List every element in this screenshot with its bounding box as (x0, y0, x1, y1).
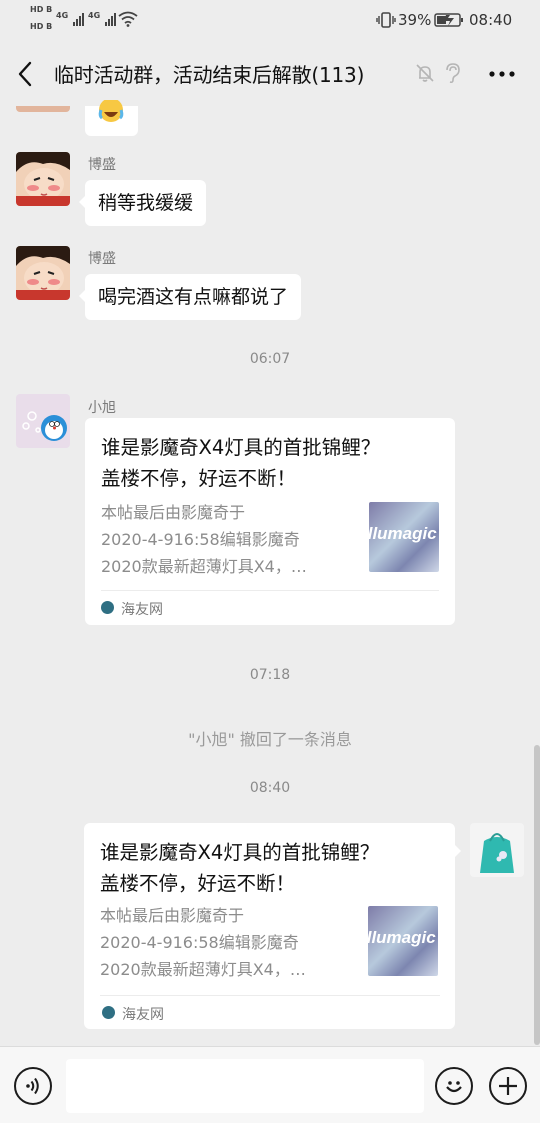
avatar-bosheng[interactable] (16, 246, 70, 300)
avatar-xiaoxu[interactable] (16, 394, 70, 448)
card-source: 海友网 (121, 602, 163, 618)
card-title-line1: 谁是影魔奇X4灯具的首批锦鲤？ (100, 841, 380, 864)
signal-2: 4G (88, 11, 117, 30)
bubble-tail (455, 845, 461, 857)
card-desc-line1: 本帖最后由影魔奇于 (101, 503, 246, 522)
card-source: 海友网 (122, 1007, 164, 1023)
sim2-label: HD (30, 22, 44, 31)
message-input[interactable] (66, 1059, 424, 1113)
cartoon-avatar-icon (16, 246, 70, 300)
message-bubble[interactable]: 喝完酒这有点嘛都说了 (78, 274, 302, 320)
card-desc-line3: 2020款最新超薄灯具X4，… (100, 960, 306, 979)
card-thumbnail: illumagic (369, 502, 439, 572)
card-divider (100, 995, 440, 996)
network1-label: 4G (56, 11, 69, 20)
voice-button[interactable] (14, 1067, 52, 1105)
card-thumbnail: illumagic (368, 906, 438, 976)
voice-icon (26, 1077, 39, 1095)
signal-bars-2-icon (105, 11, 117, 30)
timestamp: 06:07 (249, 351, 291, 367)
ear-icon (446, 63, 460, 84)
message-text: 稍等我缓缓 (98, 192, 194, 214)
sender-name: 博盛 (88, 251, 116, 267)
timestamp: 08:40 (249, 780, 291, 796)
sender-name: 小旭 (88, 400, 116, 416)
battery-icon (434, 13, 463, 27)
recall-notice: "小旭" 撤回了一条消息 (188, 730, 352, 749)
more-dots-icon[interactable] (488, 70, 516, 78)
network2-label: 4G (88, 11, 101, 20)
plus-icon (499, 1077, 517, 1095)
message-bubble[interactable]: 稍等我缓缓 (78, 180, 207, 226)
source-logo-icon (102, 1006, 115, 1019)
partial-emoji-bubble (85, 100, 138, 136)
my-link-card[interactable]: 谁是影魔奇X4灯具的首批锦鲤？ 盖楼不停，好运不断！ 本帖最后由影魔奇于 202… (84, 823, 455, 1029)
thumbnail-text: illumagic (368, 928, 436, 947)
input-bar (0, 1046, 540, 1123)
card-title-line2: 盖楼不停，好运不断！ (101, 467, 297, 490)
emoji-icon (446, 1081, 462, 1093)
timestamp: 07:18 (249, 667, 291, 683)
chat-title: 临时活动群，活动结束后解散(113) (54, 63, 365, 87)
link-card[interactable]: 谁是影魔奇X4灯具的首批锦鲤？ 盖楼不停，好运不断！ 本帖最后由影魔奇于 202… (85, 418, 455, 625)
message-text: 喝完酒这有点嘛都说了 (98, 286, 289, 308)
title-bar: 临时活动群，活动结束后解散(113) (0, 40, 540, 106)
card-title-line2: 盖楼不停，好运不断！ (100, 872, 296, 895)
battery-percent: 39% (398, 11, 432, 29)
card-title-line1: 谁是影魔奇X4灯具的首批锦鲤？ (101, 436, 381, 459)
source-logo-icon (101, 601, 114, 614)
signal-1: 4G (56, 11, 85, 30)
card-desc-line2: 2020-4-916:58编辑影魔奇 (100, 933, 299, 952)
card-desc-line2: 2020-4-916:58编辑影魔奇 (101, 530, 300, 549)
add-button[interactable] (489, 1067, 527, 1105)
avatar-partial (16, 106, 70, 112)
cartoon-avatar-icon (16, 152, 70, 206)
bell-off-icon (416, 64, 434, 82)
card-desc-line1: 本帖最后由影魔奇于 (100, 906, 245, 925)
avatar-me[interactable] (470, 823, 524, 877)
card-desc-line3: 2020款最新超薄灯具X4，… (101, 557, 307, 576)
wifi-icon (118, 11, 138, 27)
status-bar: HD B HD B 4G 4G 39% 08:40 (0, 0, 540, 40)
thumbnail-text: illumagic (369, 524, 437, 543)
status-time: 08:40 (469, 11, 513, 29)
vibrate-icon (376, 12, 396, 28)
teal-bag-avatar-icon (470, 823, 524, 877)
card-divider (101, 590, 439, 591)
sim-indicators: HD B HD B (30, 5, 53, 31)
laughing-emoji-icon (98, 100, 124, 122)
back-button[interactable] (16, 60, 36, 88)
emoji-button[interactable] (435, 1067, 473, 1105)
signal-bars-1-icon (73, 11, 85, 30)
sim1-label: HD (30, 5, 44, 14)
scrollbar-thumb[interactable] (534, 745, 540, 1045)
avatar-bosheng[interactable] (16, 152, 70, 206)
sender-name: 博盛 (88, 157, 116, 173)
doraemon-avatar-icon (16, 394, 70, 448)
